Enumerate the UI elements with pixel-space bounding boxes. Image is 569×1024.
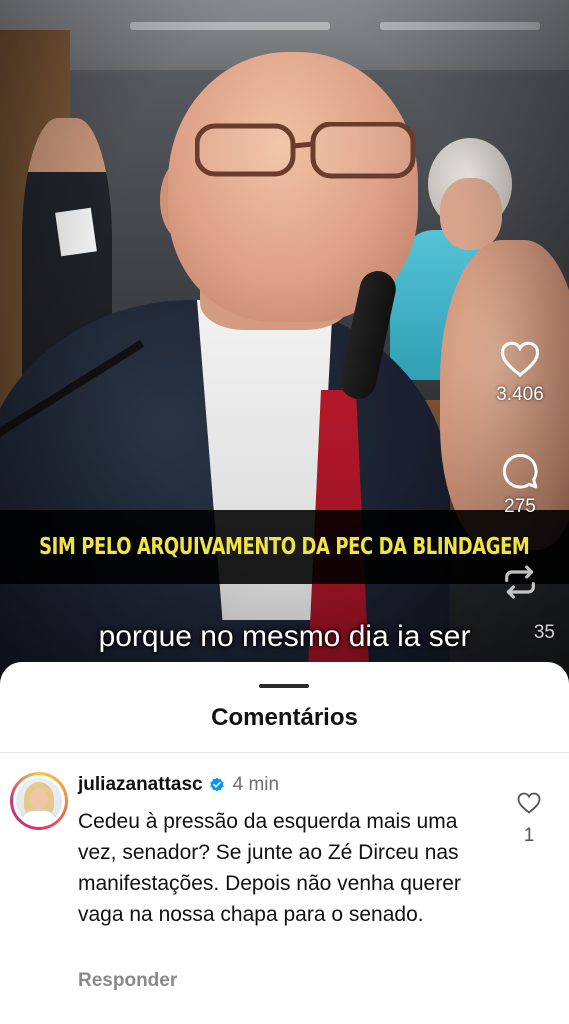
video-subtitle: porque no mesmo dia ia ser bbox=[98, 620, 471, 653]
caption-banner-text: SIM PELO ARQUIVAMENTO DA PEC DA BLINDAGE… bbox=[39, 534, 530, 560]
like-count: 3.406 bbox=[496, 384, 544, 405]
comment-header: juliazanattasc 4 min bbox=[78, 774, 279, 796]
comment-text: Cedeu à pressão da esquerda mais uma vez… bbox=[78, 810, 461, 926]
avatar-image bbox=[16, 778, 62, 824]
repost-icon[interactable] bbox=[500, 562, 540, 602]
avatar[interactable] bbox=[10, 772, 68, 830]
comment-time: 4 min bbox=[232, 774, 280, 795]
heart-icon[interactable] bbox=[517, 792, 541, 814]
reel-video[interactable]: SIM PELO ARQUIVAMENTO DA PEC DA BLINDAGE… bbox=[0, 0, 569, 690]
comment-like-count: 1 bbox=[523, 825, 535, 846]
sheet-title: Comentários bbox=[211, 704, 358, 731]
comment-like[interactable]: 1 bbox=[512, 792, 546, 847]
comment-bubble-icon[interactable] bbox=[500, 452, 540, 490]
repost-count: 35 bbox=[533, 622, 555, 643]
repost-action[interactable] bbox=[485, 562, 555, 602]
repost-count-wrap: 35 bbox=[485, 622, 555, 644]
comment-action[interactable]: 275 bbox=[485, 452, 555, 518]
reply-button[interactable]: Responder bbox=[78, 970, 177, 992]
sheet-grabber[interactable] bbox=[259, 684, 309, 688]
like-action[interactable]: 3.406 bbox=[485, 340, 555, 406]
comments-sheet[interactable]: Comentários juliazanattasc 4 min Cedeu à… bbox=[0, 662, 569, 1024]
verified-badge-icon bbox=[209, 777, 224, 792]
comment-count: 275 bbox=[504, 496, 536, 517]
comment-item: juliazanattasc 4 min Cedeu à pressão da … bbox=[0, 766, 569, 1024]
comment-username[interactable]: juliazanattasc bbox=[78, 774, 203, 796]
divider bbox=[0, 752, 569, 753]
heart-icon[interactable] bbox=[500, 340, 540, 378]
vignette bbox=[0, 0, 569, 690]
caption-banner: SIM PELO ARQUIVAMENTO DA PEC DA BLINDAGE… bbox=[0, 510, 569, 584]
